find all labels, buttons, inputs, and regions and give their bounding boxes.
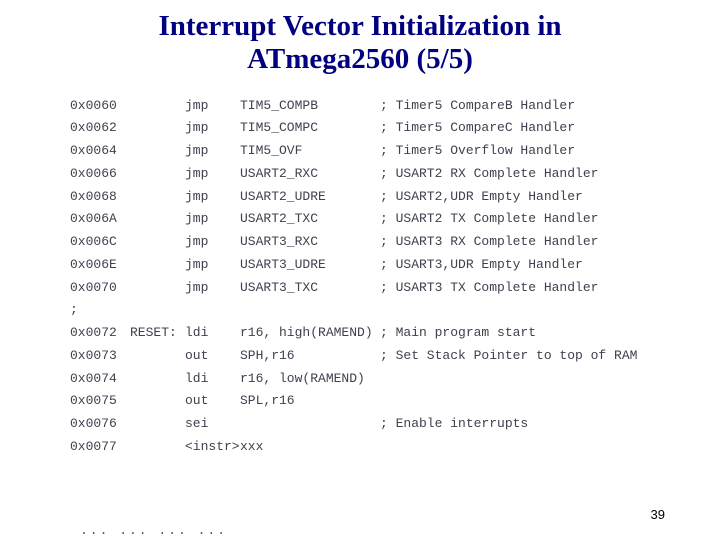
operand-col: USART2_UDRE: [240, 186, 380, 209]
comment-col: ; Set Stack Pointer to top of RAM: [380, 345, 637, 368]
instr-col: out: [185, 390, 240, 413]
page-number: 39: [651, 507, 665, 522]
asm-row: 0x0077 <instr>xxx: [70, 436, 720, 459]
operand-col: USART2_TXC: [240, 208, 380, 231]
asm-row: 0x006A jmpUSART2_TXC; USART2 TX Complete …: [70, 208, 720, 231]
operand-col: USART3_UDRE: [240, 254, 380, 277]
operand-col: SPL,r16: [240, 390, 380, 413]
comment-col: ; USART3,UDR Empty Handler: [380, 254, 583, 277]
title-line-2: ATmega2560 (5/5): [0, 43, 720, 76]
comment-col: ; Timer5 Overflow Handler: [380, 140, 575, 163]
instr-col: jmp: [185, 208, 240, 231]
asm-row: 0x006C jmpUSART3_RXC; USART3 RX Complete …: [70, 231, 720, 254]
addr-col: 0x0062: [70, 117, 130, 140]
operand-col: TIM5_OVF: [240, 140, 380, 163]
asm-row: 0x0062 jmpTIM5_COMPC; Timer5 CompareC Han…: [70, 117, 720, 140]
asm-row: ;: [70, 299, 720, 322]
asm-row: 0x0072RESET:ldir16, high(RAMEND); Main p…: [70, 322, 720, 345]
addr-col: 0x0060: [70, 95, 130, 118]
comment-col: ; USART2,UDR Empty Handler: [380, 186, 583, 209]
asm-row: 0x0060 jmpTIM5_COMPB; Timer5 CompareB Han…: [70, 95, 720, 118]
instr-col: jmp: [185, 277, 240, 300]
operand-col: TIM5_COMPC: [240, 117, 380, 140]
instr-col: sei: [185, 413, 240, 436]
title-line-1: Interrupt Vector Initialization in: [0, 10, 720, 43]
instr-col: ldi: [185, 322, 240, 345]
operand-col: USART2_RXC: [240, 163, 380, 186]
addr-col: 0x0073: [70, 345, 130, 368]
instr-col: jmp: [185, 163, 240, 186]
instr-col: jmp: [185, 117, 240, 140]
addr-col: 0x0066: [70, 163, 130, 186]
addr-col: 0x0074: [70, 368, 130, 391]
operand-col: xxx: [240, 436, 380, 459]
instr-col: jmp: [185, 186, 240, 209]
comment-col: ; USART2 TX Complete Handler: [380, 208, 598, 231]
comment-col: ; Main program start: [380, 322, 536, 345]
addr-col: 0x0077: [70, 436, 130, 459]
comment-col: ; Timer5 CompareC Handler: [380, 117, 575, 140]
comment-col: ; USART3 RX Complete Handler: [380, 231, 598, 254]
instr-col: ldi: [185, 368, 240, 391]
operand-col: SPH,r16: [240, 345, 380, 368]
instr-col: jmp: [185, 95, 240, 118]
comment-col: ; USART2 RX Complete Handler: [380, 163, 598, 186]
asm-row: 0x0068 jmpUSART2_UDRE; USART2,UDR Empty H…: [70, 186, 720, 209]
addr-col: 0x0076: [70, 413, 130, 436]
asm-row: 0x0073 outSPH,r16; Set Stack Pointer to t…: [70, 345, 720, 368]
operand-col: USART3_TXC: [240, 277, 380, 300]
comment-col: ; USART3 TX Complete Handler: [380, 277, 598, 300]
asm-row: 0x006E jmpUSART3_UDRE; USART3,UDR Empty H…: [70, 254, 720, 277]
addr-col: 0x0072: [70, 322, 130, 345]
comment-col: ; Enable interrupts: [380, 413, 528, 436]
asm-row: 0x0075 outSPL,r16: [70, 390, 720, 413]
addr-col: ;: [70, 299, 130, 322]
label-col: RESET:: [130, 322, 185, 345]
addr-col: 0x006C: [70, 231, 130, 254]
asm-row: 0x0066 jmpUSART2_RXC; USART2 RX Complete …: [70, 163, 720, 186]
instr-col: <instr>: [185, 436, 240, 459]
ellipses-row: ... ... ... ...: [80, 523, 227, 538]
instr-col: jmp: [185, 140, 240, 163]
addr-col: 0x0064: [70, 140, 130, 163]
asm-row: 0x0070 jmpUSART3_TXC; USART3 TX Complete …: [70, 277, 720, 300]
asm-row: 0x0064 jmpTIM5_OVF; Timer5 Overflow Handl…: [70, 140, 720, 163]
addr-col: 0x0075: [70, 390, 130, 413]
operand-col: TIM5_COMPB: [240, 95, 380, 118]
asm-listing: 0x0060jmpTIM5_COMPB; Timer5 CompareB Han…: [70, 95, 720, 459]
comment-col: ; Timer5 CompareB Handler: [380, 95, 575, 118]
operand-col: r16, high(RAMEND): [240, 322, 380, 345]
operand-col: r16, low(RAMEND): [240, 368, 380, 391]
instr-col: jmp: [185, 254, 240, 277]
slide-title: Interrupt Vector Initialization in ATmeg…: [0, 0, 720, 77]
addr-col: 0x0068: [70, 186, 130, 209]
operand-col: USART3_RXC: [240, 231, 380, 254]
addr-col: 0x006E: [70, 254, 130, 277]
asm-row: 0x0076 sei ; Enable interrupts: [70, 413, 720, 436]
asm-row: 0x0074 ldir16, low(RAMEND): [70, 368, 720, 391]
instr-col: out: [185, 345, 240, 368]
addr-col: 0x0070: [70, 277, 130, 300]
addr-col: 0x006A: [70, 208, 130, 231]
instr-col: jmp: [185, 231, 240, 254]
